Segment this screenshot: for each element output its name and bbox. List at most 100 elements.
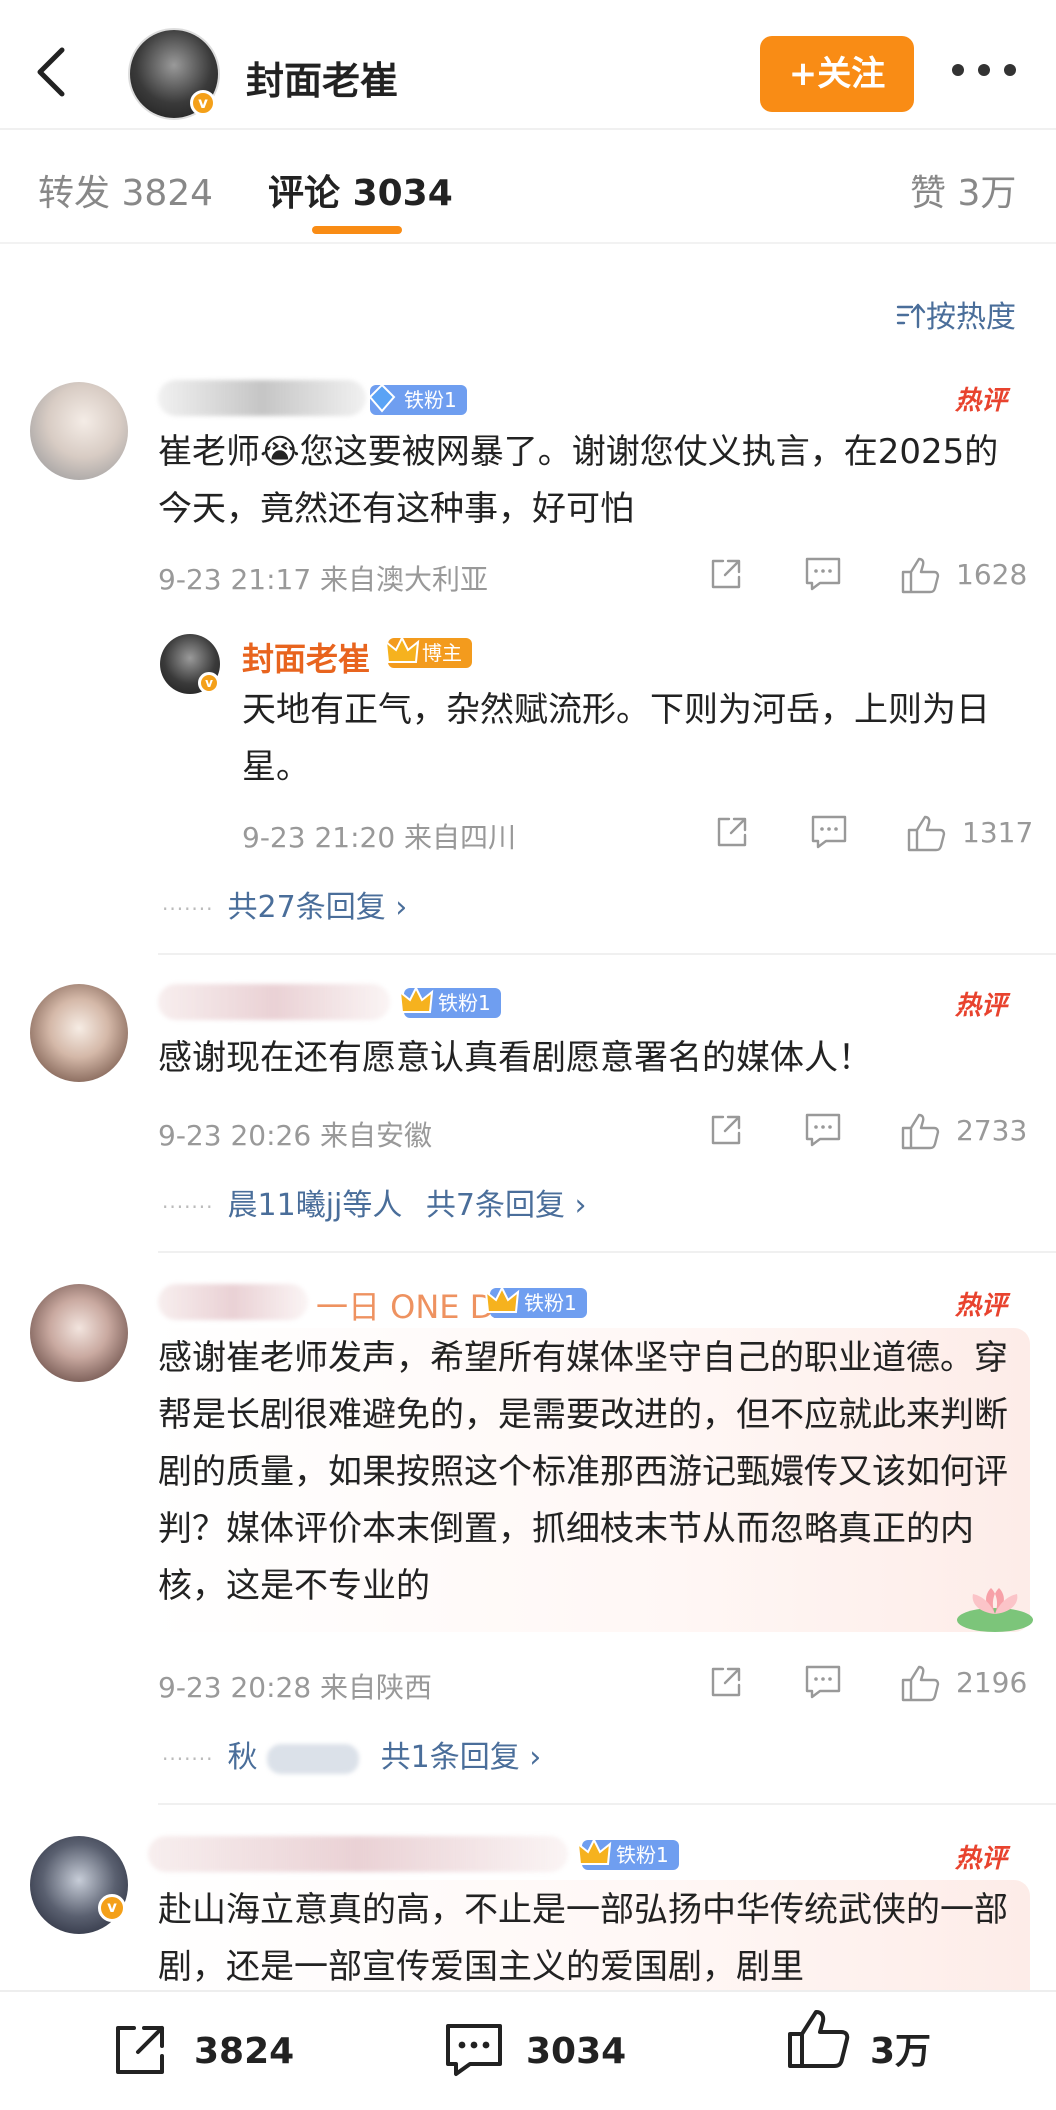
comment-meta: 9-23 20:26 来自安徽: [158, 1114, 432, 1154]
tab-comments-count: 3034: [352, 173, 453, 214]
back-icon: [37, 47, 65, 97]
verified-badge: v: [198, 672, 220, 694]
author-name[interactable]: 封面老崔: [246, 50, 398, 105]
hot-comment-tag: 热评: [955, 991, 1008, 1021]
share-icon: [711, 1667, 741, 1697]
verified-badge: v: [190, 90, 216, 116]
bottom-comment-button[interactable]: 3034: [442, 1992, 632, 2110]
like-icon: [788, 2010, 850, 2068]
like-icon: [907, 815, 946, 852]
commenter-avatar[interactable]: [30, 1284, 128, 1382]
tab-likes-count: 3万: [957, 173, 1017, 214]
fan-badge-label: 铁粉1: [404, 388, 457, 412]
bottom-repost-count: 3824: [194, 2031, 295, 2072]
comment-icon: [805, 557, 841, 591]
view-replies-link[interactable]: ······· 秋 共1条回复 ›: [162, 1732, 541, 1776]
tab-repost-count: 3824: [121, 173, 214, 214]
fan-level-badge: 铁粉1: [398, 985, 501, 1018]
more-button[interactable]: [952, 60, 1018, 80]
share-icon: [116, 2026, 164, 2074]
sort-icon: [896, 303, 926, 329]
fan-level-badge: 铁粉1: [576, 1837, 679, 1870]
reply-button[interactable]: [804, 1664, 844, 1704]
commenter-name-redacted[interactable]: [148, 1836, 568, 1872]
more-icon: [952, 64, 964, 76]
view-replies-link[interactable]: ······· 晨11曦jj等人 共7条回复 ›: [162, 1180, 587, 1224]
share-icon: [717, 817, 747, 847]
like-count: 2196: [956, 1666, 1028, 1699]
reply-author-name[interactable]: 封面老崔: [242, 634, 370, 680]
back-button[interactable]: [30, 42, 74, 102]
tab-likes[interactable]: 赞 3万: [910, 164, 1016, 216]
diamond-icon: [368, 383, 396, 413]
follow-button[interactable]: +关注: [760, 36, 914, 112]
tab-comments-label: 评论: [268, 173, 341, 214]
comment-time: 9-23 21:17: [158, 563, 312, 596]
reply-button[interactable]: [810, 814, 850, 854]
more-icon-dot: [978, 64, 990, 76]
verified-badge: v: [98, 1894, 126, 1922]
commenter-name-redacted[interactable]: [158, 380, 366, 416]
commenter-name-redacted[interactable]: [158, 984, 390, 1020]
fan-badge-label: 铁粉1: [524, 1291, 577, 1315]
bottom-comment-count: 3034: [526, 2031, 627, 2072]
tab-bar: 转发 3824 评论 3034 赞 3万: [0, 132, 1056, 244]
bottom-action-bar: 3824 3034 3万: [0, 1990, 1056, 2110]
sort-toggle[interactable]: 按热度: [896, 292, 1016, 336]
tab-repost-label: 转发: [38, 173, 111, 214]
comment-icon: [805, 1665, 841, 1699]
reply-text: 天地有正气，杂然赋流形。下则为河岳，上则为日星。: [242, 690, 990, 787]
commenter-name-redacted[interactable]: [158, 1284, 308, 1320]
comment-icon: [811, 815, 847, 849]
divider: [158, 953, 1056, 955]
more-icon-dot: [1004, 64, 1016, 76]
like-button[interactable]: 1317: [906, 814, 1036, 854]
crown-icon: [384, 635, 420, 663]
share-button[interactable]: [708, 1112, 748, 1152]
divider: [158, 1803, 1056, 1805]
reply-dots: ·······: [162, 1194, 214, 1219]
reply-users: 晨11曦jj等人: [227, 1188, 403, 1223]
divider: [158, 1251, 1056, 1253]
comment-location: 来自安徽: [320, 1119, 433, 1152]
reply-summary: 共27条回复 ›: [227, 890, 408, 925]
share-button[interactable]: [708, 556, 748, 596]
reply-dots: ·······: [162, 1746, 214, 1771]
fan-badge-label: 铁粉1: [438, 991, 491, 1015]
commenter-avatar[interactable]: [30, 382, 128, 480]
bottom-repost-button[interactable]: 3824: [110, 1992, 300, 2110]
comment-meta: 9-23 20:28 来自陕西: [158, 1666, 432, 1706]
sort-label: 按热度: [926, 300, 1016, 335]
like-button[interactable]: 2196: [900, 1664, 1030, 1704]
reply-button[interactable]: [804, 1112, 844, 1152]
like-icon: [901, 1113, 940, 1150]
comment-text: 感谢现在还有愿意认真看剧愿意署名的媒体人！: [158, 1038, 872, 1078]
author-badge: 博主: [384, 635, 472, 668]
share-button[interactable]: [714, 814, 754, 854]
view-replies-link[interactable]: ······· 共27条回复 ›: [162, 882, 407, 926]
comment-icon: [446, 2024, 502, 2076]
reply-dots: ·······: [162, 896, 214, 921]
crown-icon: [576, 1837, 612, 1865]
crown-icon: [484, 1285, 520, 1313]
commenter-avatar[interactable]: [30, 984, 128, 1082]
comment-text: 感谢崔老师发声，希望所有媒体坚守自己的职业道德。穿帮是长剧很难避免的，是需要改进…: [158, 1338, 1008, 1606]
share-button[interactable]: [708, 1664, 748, 1704]
comment-time: 9-23 20:28: [158, 1671, 312, 1704]
comment-text: 赴山海立意真的高，不止是一部弘扬中华传统武侠的一部剧，还是一部宣传爱国主义的爱国…: [158, 1890, 1008, 1987]
hot-comment-tag: 热评: [955, 1291, 1008, 1321]
bottom-like-button[interactable]: 3万: [786, 1992, 976, 2110]
like-icon: [901, 1665, 940, 1702]
reply-users-redacted: [267, 1743, 360, 1774]
tab-repost[interactable]: 转发 3824: [38, 164, 213, 216]
like-button[interactable]: 2733: [900, 1112, 1030, 1152]
comment-text: 崔老师😭您这要被网暴了。谢谢您仗义执言，在2025的今天，竟然还有这种事，好可怕: [158, 432, 999, 529]
comment-meta: 9-23 21:17 来自澳大利亚: [158, 558, 488, 598]
share-icon: [711, 559, 741, 589]
active-tab-indicator: [312, 226, 402, 234]
tab-comments[interactable]: 评论 3034: [268, 164, 453, 216]
reply-users-partial: 秋: [227, 1740, 258, 1775]
reply-button[interactable]: [804, 556, 844, 596]
like-button[interactable]: 1628: [900, 556, 1030, 596]
tab-likes-label: 赞: [910, 173, 947, 214]
